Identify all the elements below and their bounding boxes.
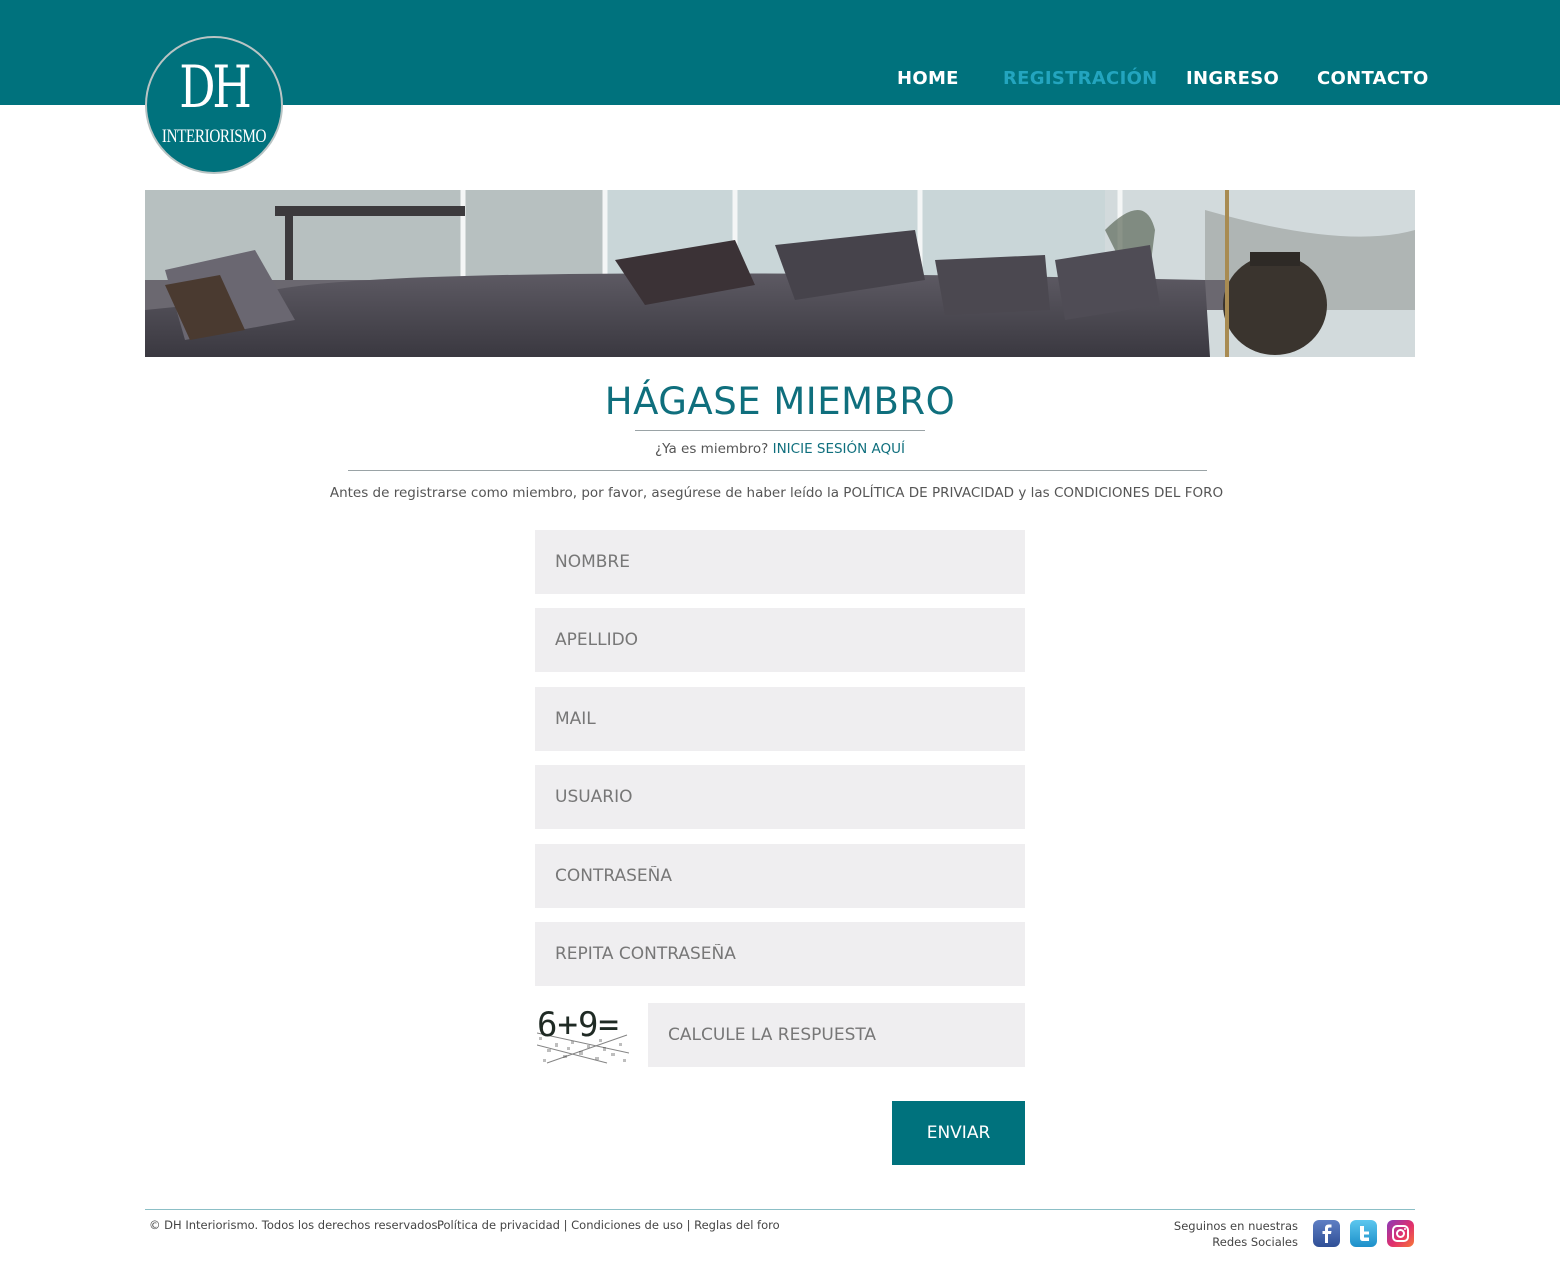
footer-separator: | <box>686 1218 691 1232</box>
facebook-icon[interactable] <box>1313 1220 1340 1247</box>
page-title: HÁGASE MIEMBRO <box>604 380 956 423</box>
copyright-text: © DH Interiorismo. Todos los derechos re… <box>149 1218 442 1232</box>
mail-field[interactable] <box>535 687 1025 751</box>
nav-ingreso[interactable]: INGRESO <box>1186 68 1279 94</box>
nav-registracion[interactable]: REGISTRACIÓN <box>1003 68 1158 94</box>
logo-main-text: DH <box>179 53 252 121</box>
twitter-icon[interactable] <box>1350 1220 1377 1247</box>
privacy-notice: Antes de registrarse como miembro, por f… <box>329 485 1224 501</box>
member-prompt: ¿Ya es miembro? <box>654 441 769 457</box>
title-divider <box>635 430 925 431</box>
usuario-field[interactable] <box>535 765 1025 829</box>
captcha-text: 6+9= <box>537 1005 619 1045</box>
social-caption-line2: Redes Sociales <box>1212 1235 1298 1249</box>
captcha-image: 6+9= <box>536 1005 630 1065</box>
social-caption: Seguinos en nuestras Redes Sociales <box>1174 1218 1298 1250</box>
logo[interactable]: DH INTERIORISMO <box>145 36 283 174</box>
instagram-icon[interactable] <box>1387 1220 1414 1247</box>
forum-rules-link[interactable]: Reglas del foro <box>694 1218 780 1232</box>
captcha-answer-field[interactable] <box>648 1003 1025 1067</box>
nav-contacto[interactable]: CONTACTO <box>1317 68 1429 94</box>
section-divider <box>348 470 1207 471</box>
password-field[interactable] <box>535 844 1025 908</box>
terms-of-use-link[interactable]: Condiciones de uso <box>571 1218 683 1232</box>
apellido-field[interactable] <box>535 608 1025 672</box>
footer-divider <box>145 1209 1415 1210</box>
password-repeat-field[interactable] <box>535 922 1025 986</box>
nombre-field[interactable] <box>535 530 1025 594</box>
nav-home[interactable]: HOME <box>897 68 959 94</box>
submit-button[interactable]: ENVIAR <box>892 1101 1025 1165</box>
hero-banner-image <box>145 190 1415 357</box>
login-link[interactable]: INICIE SESIÓN AQUÍ <box>773 441 905 457</box>
footer-separator: | <box>563 1218 568 1232</box>
logo-sub-text: INTERIORISMO <box>161 126 267 147</box>
member-login-line: ¿Ya es miembro? INICIE SESIÓN AQUÍ <box>0 441 1560 457</box>
privacy-policy-link[interactable]: Política de privacidad <box>437 1218 560 1232</box>
footer-links: Política de privacidad | Condiciones de … <box>437 1218 780 1232</box>
social-caption-line1: Seguinos en nuestras <box>1173 1219 1298 1233</box>
